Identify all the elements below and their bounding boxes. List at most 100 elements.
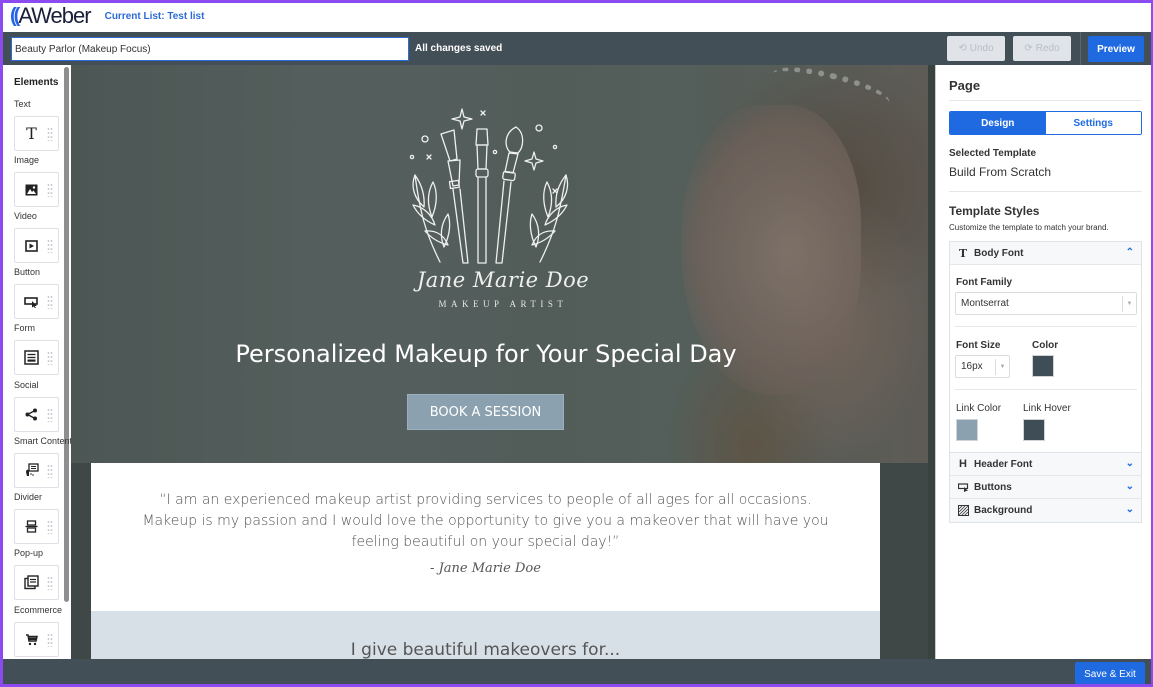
element-label: Button xyxy=(14,267,41,277)
redo-icon: ⟳ xyxy=(1024,43,1033,54)
element-label: Pop-up xyxy=(14,548,44,558)
link-color-swatch[interactable] xyxy=(956,419,978,441)
element-tile-divider[interactable] xyxy=(14,509,59,544)
element-tile-text[interactable]: T xyxy=(14,116,59,151)
text-icon: T xyxy=(958,246,968,260)
sidebar-scrollbar[interactable] xyxy=(64,67,69,602)
book-session-button[interactable]: BOOK A SESSION xyxy=(407,394,564,430)
elements-sidebar: Elements Text T Image Video Button Form … xyxy=(0,65,71,659)
element-label: Text xyxy=(14,99,31,109)
page-settings-panel: Page Design Settings Selected Template B… xyxy=(935,65,1153,659)
divider-icon xyxy=(24,519,40,535)
current-list-link[interactable]: Current List: Test list xyxy=(105,11,205,22)
makeovers-title[interactable]: I give beautiful makeovers for... xyxy=(91,640,880,659)
link-hover-swatch[interactable] xyxy=(1023,419,1045,441)
element-tile-video[interactable] xyxy=(14,228,59,263)
element-tile-ecommerce[interactable] xyxy=(14,622,59,657)
editor-toolbar: All changes saved ⟲ Undo ⟳ Redo Preview xyxy=(0,32,1153,65)
quote-section[interactable]: “I am an experienced makeup artist provi… xyxy=(91,463,880,611)
redo-label: Redo xyxy=(1035,43,1060,54)
font-size-value: 16px xyxy=(961,361,983,372)
element-tile-popup[interactable] xyxy=(14,565,59,600)
makeovers-section[interactable]: I give beautiful makeovers for... xyxy=(91,611,880,659)
element-label: Social xyxy=(14,380,39,390)
text-icon: T xyxy=(26,124,37,143)
aweber-logo[interactable]: (( AWeber xyxy=(10,3,92,29)
drag-handle-icon[interactable] xyxy=(47,464,53,478)
element-label: Ecommerce xyxy=(14,605,63,615)
body-font-label: Body Font xyxy=(974,247,1024,259)
template-styles-hint: Customize the template to match your bra… xyxy=(949,223,1109,232)
page-name-input[interactable] xyxy=(11,37,409,61)
quote-signature[interactable]: - Jane Marie Doe xyxy=(91,561,880,576)
drag-handle-icon[interactable] xyxy=(47,183,53,197)
redo-button[interactable]: ⟳ Redo xyxy=(1013,36,1071,61)
element-popup: Pop-up xyxy=(14,548,59,600)
popup-icon xyxy=(24,575,40,591)
quote-text[interactable]: “I am an experienced makeup artist provi… xyxy=(141,490,830,553)
element-tile-social[interactable] xyxy=(14,397,59,432)
undo-button[interactable]: ⟲ Undo xyxy=(947,36,1005,61)
element-label: Divider xyxy=(14,492,43,502)
background-accordion[interactable]: Background ⌄ xyxy=(950,499,1141,522)
element-image: Image xyxy=(14,155,59,207)
panel-divider xyxy=(949,100,1142,101)
background-label: Background xyxy=(974,505,1033,516)
cart-icon xyxy=(24,632,40,648)
dropdown-caret-icon: ▼ xyxy=(1122,296,1136,312)
toolbar-divider xyxy=(1080,32,1081,65)
template-styles-title: Template Styles xyxy=(949,204,1040,218)
dropdown-caret-icon: ▼ xyxy=(995,359,1009,375)
element-label: Form xyxy=(14,323,35,333)
canvas-scrollbar[interactable] xyxy=(928,65,935,659)
preview-button[interactable]: Preview xyxy=(1088,36,1144,62)
drag-handle-icon[interactable] xyxy=(47,633,53,647)
buttons-label: Buttons xyxy=(974,481,1012,493)
background-icon xyxy=(957,505,969,516)
save-exit-button[interactable]: Save & Exit xyxy=(1075,662,1145,687)
element-label: Smart Content xyxy=(14,436,71,446)
drag-handle-icon[interactable] xyxy=(47,127,53,141)
panel-divider xyxy=(955,326,1137,327)
selected-template-value: Build From Scratch xyxy=(949,165,1052,179)
drag-handle-icon[interactable] xyxy=(47,576,53,590)
drag-handle-icon[interactable] xyxy=(47,520,53,534)
link-hover-label: Link Hover xyxy=(1023,403,1071,414)
body-color-swatch[interactable] xyxy=(1032,355,1054,377)
element-tile-smart-content[interactable] xyxy=(14,453,59,488)
drag-handle-icon[interactable] xyxy=(47,408,53,422)
undo-label: Undo xyxy=(969,43,994,54)
selected-template-label: Selected Template xyxy=(949,148,1037,159)
image-icon xyxy=(24,182,40,198)
drag-handle-icon[interactable] xyxy=(47,239,53,253)
element-tile-button[interactable] xyxy=(14,284,59,319)
tab-design[interactable]: Design xyxy=(950,112,1046,134)
button-icon xyxy=(24,294,40,310)
page-canvas[interactable]: Jane Marie Doe MAKEUP ARTIST Personalize… xyxy=(71,65,935,659)
link-color-label: Link Color xyxy=(956,403,1002,414)
hero-section[interactable]: Jane Marie Doe MAKEUP ARTIST Personalize… xyxy=(71,65,935,463)
chevron-up-icon: ⌃ xyxy=(1125,247,1134,258)
drag-handle-icon[interactable] xyxy=(47,295,53,309)
element-smart-content: Smart Content xyxy=(14,436,71,488)
panel-divider xyxy=(949,191,1142,192)
font-family-select[interactable]: Montserrat ▼ xyxy=(955,292,1137,315)
element-text: Text T xyxy=(14,99,59,151)
tab-settings[interactable]: Settings xyxy=(1045,112,1141,134)
element-tile-image[interactable] xyxy=(14,172,59,207)
hero-title[interactable]: Personalized Makeup for Your Special Day xyxy=(71,340,901,368)
element-tile-form[interactable] xyxy=(14,340,59,375)
artist-role[interactable]: MAKEUP ARTIST xyxy=(71,299,935,309)
buttons-accordion[interactable]: Buttons ⌄ xyxy=(950,476,1141,499)
artist-name[interactable]: Jane Marie Doe xyxy=(71,268,935,292)
element-label: Video xyxy=(14,211,37,221)
element-label: Image xyxy=(14,155,40,165)
font-family-label: Font Family xyxy=(956,277,1013,288)
element-social: Social xyxy=(14,380,59,432)
font-size-select[interactable]: 16px ▼ xyxy=(955,355,1010,378)
aweber-waves-icon: (( xyxy=(10,4,20,27)
drag-handle-icon[interactable] xyxy=(47,351,53,365)
body-font-header[interactable]: T Body Font ⌃ xyxy=(950,242,1141,265)
header-font-accordion[interactable]: H Header Font ⌄ xyxy=(950,453,1141,476)
chevron-down-icon: ⌄ xyxy=(1125,458,1134,469)
